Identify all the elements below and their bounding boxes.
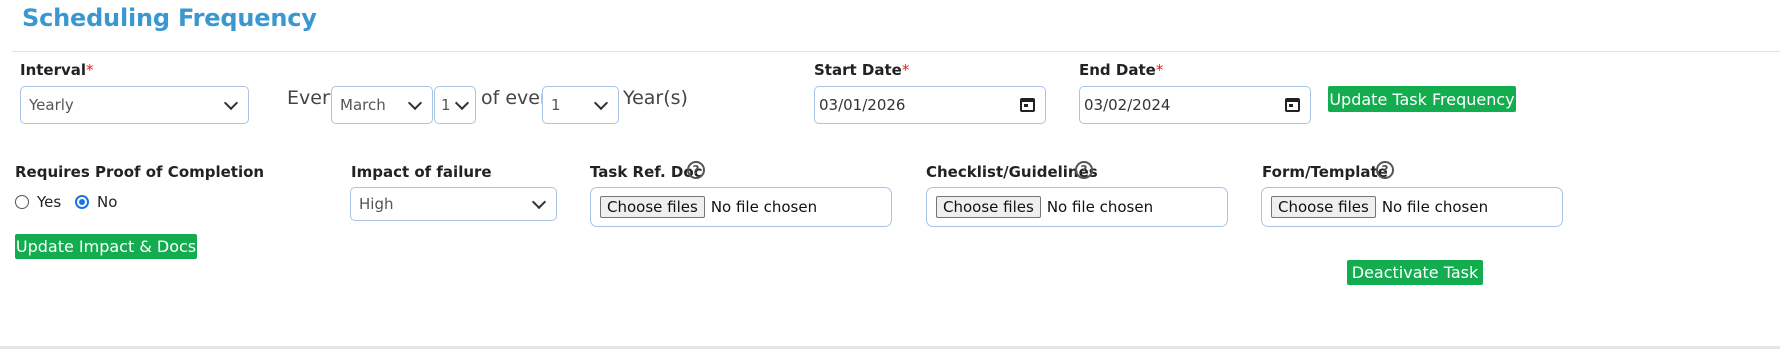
task-ref-doc-file-input[interactable]: Choose files No file chosen bbox=[590, 187, 892, 227]
month-value: March bbox=[340, 96, 386, 114]
end-date-label: End Date* bbox=[1079, 61, 1164, 79]
month-select[interactable]: March bbox=[331, 86, 433, 124]
impact-of-failure-label: Impact of failure bbox=[351, 163, 492, 181]
calendar-icon[interactable] bbox=[1285, 98, 1300, 112]
end-date-input[interactable]: 03/02/2024 bbox=[1079, 86, 1311, 124]
no-file-text: No file chosen bbox=[1046, 198, 1154, 216]
update-impact-docs-button[interactable]: Update Impact & Docs bbox=[15, 234, 197, 259]
interval-select[interactable]: Yearly bbox=[20, 86, 249, 124]
choose-files-button[interactable]: Choose files bbox=[600, 196, 705, 218]
proof-yes-label: Yes bbox=[37, 193, 62, 211]
years-suffix-text: Year(s) bbox=[623, 87, 688, 109]
choose-files-button[interactable]: Choose files bbox=[936, 196, 1041, 218]
impact-value: High bbox=[359, 195, 394, 213]
update-task-frequency-button[interactable]: Update Task Frequency bbox=[1328, 86, 1516, 112]
proof-no-label: No bbox=[97, 193, 118, 211]
end-date-value: 03/02/2024 bbox=[1084, 96, 1171, 114]
chevron-down-icon bbox=[223, 95, 239, 110]
choose-files-button[interactable]: Choose files bbox=[1271, 196, 1376, 218]
years-select[interactable]: 1 bbox=[542, 86, 619, 124]
chevron-down-icon bbox=[407, 95, 423, 110]
start-date-label: Start Date* bbox=[814, 61, 910, 79]
proof-yes-radio[interactable] bbox=[15, 195, 29, 209]
deactivate-task-button[interactable]: Deactivate Task bbox=[1347, 260, 1483, 285]
help-icon[interactable]: ? bbox=[687, 161, 705, 179]
checklist-file-input[interactable]: Choose files No file chosen bbox=[926, 187, 1228, 227]
help-icon[interactable]: ? bbox=[1376, 161, 1394, 179]
proof-of-completion-label: Requires Proof of Completion bbox=[15, 163, 265, 181]
start-date-value: 03/01/2026 bbox=[819, 96, 906, 114]
help-icon[interactable]: ? bbox=[1075, 161, 1093, 179]
calendar-icon[interactable] bbox=[1020, 98, 1035, 112]
no-file-text: No file chosen bbox=[1381, 198, 1489, 216]
form-template-file-input[interactable]: Choose files No file chosen bbox=[1261, 187, 1563, 227]
form-template-label: Form/Template bbox=[1262, 163, 1388, 181]
chevron-down-icon bbox=[593, 95, 609, 110]
years-value: 1 bbox=[551, 96, 561, 114]
page-title: Scheduling Frequency bbox=[22, 4, 317, 32]
no-file-text: No file chosen bbox=[710, 198, 818, 216]
day-select[interactable]: 1 bbox=[434, 86, 476, 124]
interval-label: Interval* bbox=[20, 61, 94, 79]
task-ref-doc-label: Task Ref. Doc bbox=[590, 163, 703, 181]
impact-select[interactable]: High bbox=[350, 187, 557, 221]
chevron-down-icon bbox=[531, 194, 547, 209]
day-value: 1 bbox=[441, 96, 451, 114]
start-date-input[interactable]: 03/01/2026 bbox=[814, 86, 1046, 124]
chevron-down-icon bbox=[454, 95, 470, 110]
checklist-guidelines-label: Checklist/Guidelines bbox=[926, 163, 1098, 181]
proof-no-radio[interactable] bbox=[75, 195, 89, 209]
title-divider bbox=[12, 51, 1780, 52]
interval-value: Yearly bbox=[29, 96, 74, 114]
